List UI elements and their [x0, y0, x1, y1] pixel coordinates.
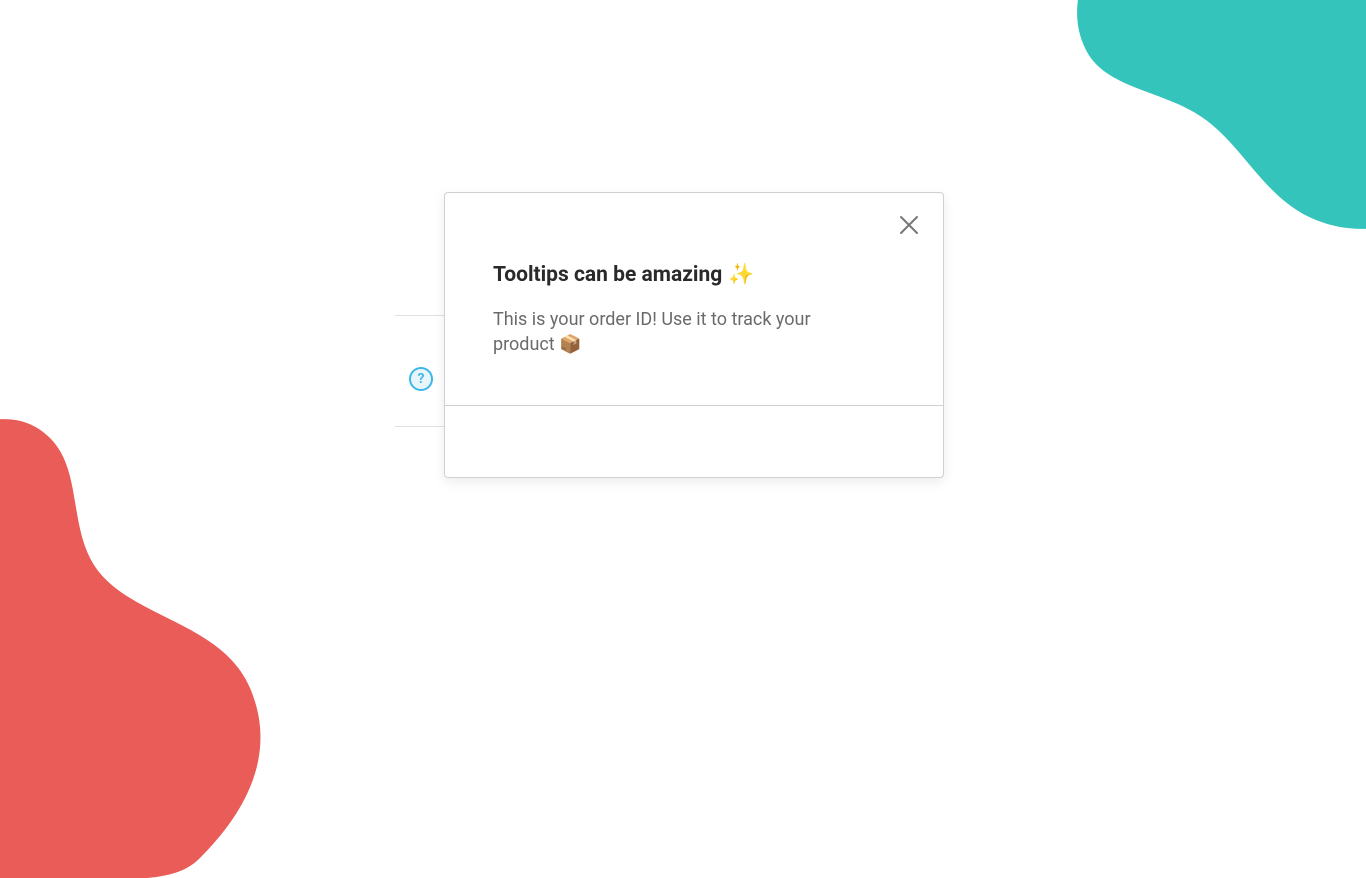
tooltip-footer	[445, 405, 943, 477]
decor-blob-teal	[1006, 0, 1366, 320]
tooltip-title: Tooltips can be amazing ✨	[493, 263, 895, 287]
tooltip-title-text: Tooltips can be amazing	[493, 263, 722, 287]
tooltip-description: This is your order ID! Use it to track y…	[493, 307, 873, 357]
decor-blob-red	[0, 378, 320, 878]
help-icon[interactable]: ?	[409, 367, 433, 391]
tooltip-body: Tooltips can be amazing ✨ This is your o…	[445, 193, 943, 405]
help-icon-glyph: ?	[418, 371, 425, 387]
sparkles-icon: ✨	[728, 263, 754, 287]
tooltip-popover: Tooltips can be amazing ✨ This is your o…	[444, 192, 944, 478]
close-button[interactable]	[895, 211, 923, 239]
close-icon	[897, 213, 921, 237]
